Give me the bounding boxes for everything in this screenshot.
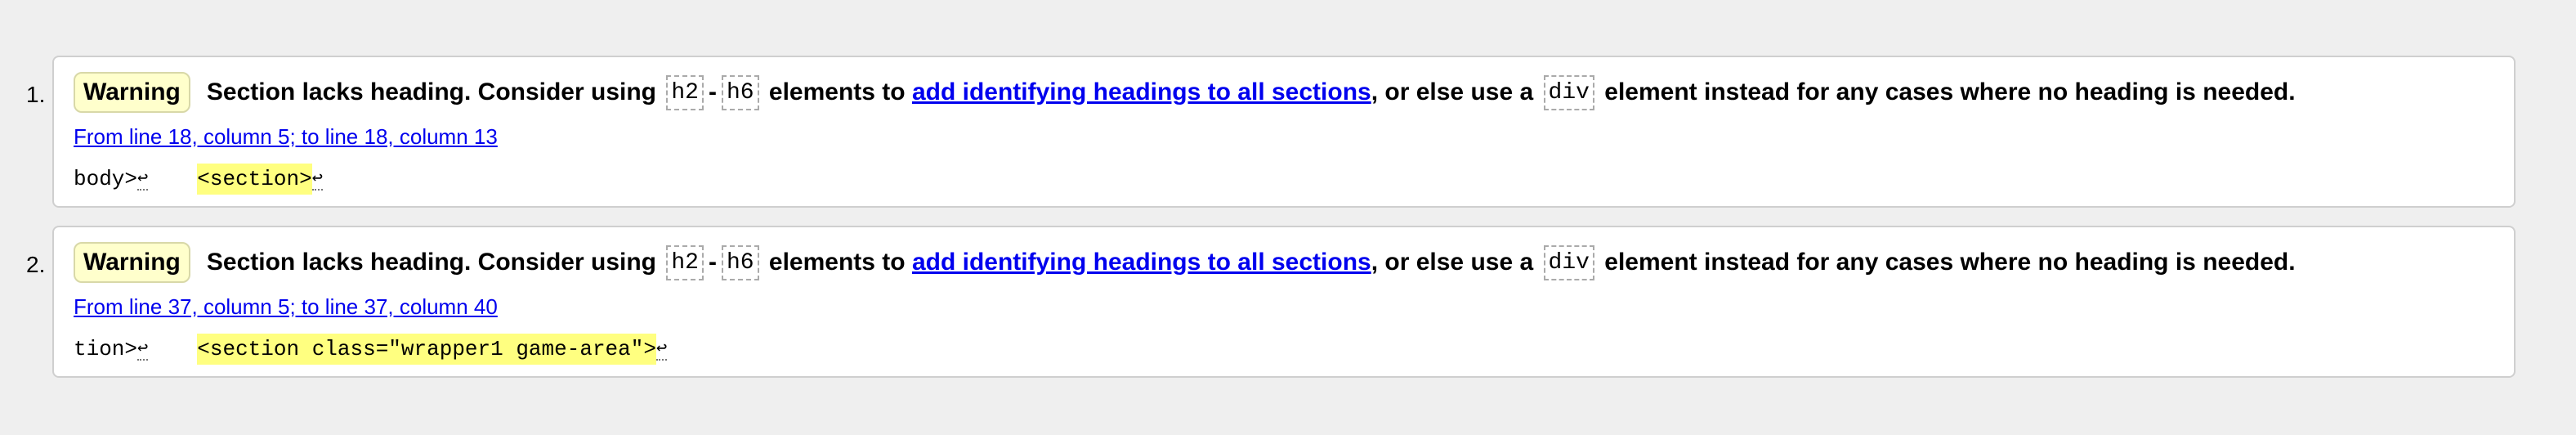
- return-icon: ↩: [311, 168, 323, 191]
- headings-link[interactable]: add identifying headings to all sections: [912, 249, 1371, 276]
- message-number: 1.: [26, 82, 46, 107]
- message-number: 2.: [26, 252, 46, 277]
- return-icon: ↩: [137, 339, 149, 361]
- code-h2: h2: [666, 74, 704, 110]
- location-link[interactable]: From line 37, column 5; to line 37, colu…: [74, 294, 498, 320]
- code-h2: h2: [666, 244, 704, 280]
- return-icon: ↩: [137, 168, 149, 191]
- message-item: 2. Warning Section lacks heading. Consid…: [26, 226, 2516, 378]
- text: Section lacks heading. Consider using: [206, 78, 656, 105]
- text: Section lacks heading. Consider using: [206, 249, 656, 276]
- headings-link[interactable]: add identifying headings to all sections: [912, 78, 1371, 106]
- text: element instead for any cases where no h…: [1604, 249, 2296, 276]
- code-div: div: [1543, 74, 1594, 110]
- code-h6: h6: [721, 244, 759, 280]
- extract-highlight: <section>: [197, 164, 312, 195]
- message-text: Warning Section lacks heading. Consider …: [74, 72, 2296, 113]
- extract-highlight: <section class="wrapper1 game-area">: [197, 334, 656, 365]
- return-icon: ↩: [655, 339, 668, 361]
- dash: -: [708, 249, 717, 276]
- text: , or else use a: [1371, 78, 1534, 105]
- extract-context: body>: [74, 167, 138, 191]
- code-h6: h6: [721, 74, 759, 110]
- text: elements to: [768, 249, 906, 276]
- warning-badge: Warning: [74, 72, 190, 113]
- warning-badge: Warning: [74, 242, 190, 283]
- extract-context: tion>: [74, 337, 138, 361]
- code-extract: body> ↩ <section> ↩: [74, 164, 323, 195]
- message-item: 1. Warning Section lacks heading. Consid…: [26, 56, 2516, 208]
- dash: -: [708, 78, 717, 105]
- code-extract: tion> ↩ <section class="wrapper1 game-area…: [74, 334, 668, 365]
- text: elements to: [768, 78, 906, 105]
- text: , or else use a: [1371, 249, 1534, 276]
- location-link[interactable]: From line 18, column 5; to line 18, colu…: [74, 124, 498, 150]
- message-text: Warning Section lacks heading. Consider …: [74, 242, 2296, 283]
- text: element instead for any cases where no h…: [1604, 78, 2296, 105]
- code-div: div: [1543, 244, 1594, 280]
